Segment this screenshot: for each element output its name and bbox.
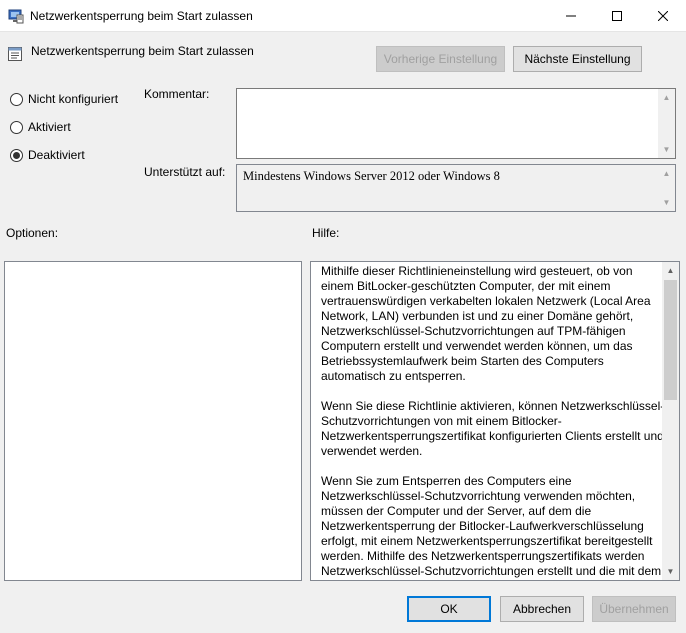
radio-enabled[interactable]: Aktiviert — [10, 120, 71, 134]
radio-label: Nicht konfiguriert — [28, 92, 119, 106]
scroll-thumb[interactable] — [664, 280, 677, 400]
title-bar: Netzwerkentsperrung beim Start zulassen — [0, 0, 686, 32]
comment-textarea[interactable]: ▲ ▼ — [236, 88, 676, 159]
radio-circle[interactable] — [10, 120, 23, 134]
comment-scrollbar[interactable]: ▲ ▼ — [658, 89, 675, 158]
maximize-button[interactable] — [594, 0, 640, 32]
radio-circle[interactable] — [10, 148, 23, 162]
scroll-up-icon[interactable]: ▲ — [658, 165, 675, 182]
apply-button[interactable]: Übernehmen — [592, 596, 676, 622]
radio-not-configured[interactable]: Nicht konfiguriert — [10, 92, 118, 106]
supported-value: Mindestens Windows Server 2012 oder Wind… — [243, 169, 500, 183]
scroll-up-icon[interactable]: ▲ — [658, 89, 675, 106]
help-panel: Mithilfe dieser Richtlinieneinstellung w… — [310, 261, 680, 581]
group-policy-icon — [8, 9, 24, 24]
maximize-icon — [612, 11, 622, 21]
cancel-button[interactable]: Abbrechen — [500, 596, 584, 622]
supported-label: Unterstützt auf: — [144, 165, 226, 179]
minimize-icon — [566, 15, 576, 17]
scroll-down-icon[interactable]: ▼ — [658, 141, 675, 158]
next-setting-button[interactable]: Nächste Einstellung — [513, 46, 642, 72]
minimize-button[interactable] — [548, 0, 594, 32]
window-title: Netzwerkentsperrung beim Start zulassen — [30, 9, 253, 23]
scroll-down-icon[interactable]: ▼ — [658, 194, 675, 211]
help-scrollbar[interactable]: ▲ ▼ — [662, 262, 679, 580]
policy-title: Netzwerkentsperrung beim Start zulassen — [31, 44, 254, 58]
radio-disabled[interactable]: Deaktiviert — [10, 148, 85, 162]
close-icon — [658, 11, 668, 21]
help-label: Hilfe: — [312, 226, 340, 240]
comment-label: Kommentar: — [144, 87, 210, 101]
supported-scrollbar[interactable]: ▲ ▼ — [658, 165, 675, 211]
help-paragraph: Wenn Sie diese Richtlinie aktivieren, kö… — [321, 399, 665, 458]
help-text: Mithilfe dieser Richtlinieneinstellung w… — [321, 264, 667, 580]
scroll-up-icon[interactable]: ▲ — [662, 262, 679, 279]
ok-button[interactable]: OK — [407, 596, 491, 622]
close-button[interactable] — [640, 0, 686, 32]
help-paragraph: Mithilfe dieser Richtlinieneinstellung w… — [321, 264, 651, 383]
options-label: Optionen: — [6, 226, 59, 240]
radio-circle[interactable] — [10, 92, 23, 106]
policy-setting-icon — [8, 47, 22, 61]
scroll-down-icon[interactable]: ▼ — [662, 563, 679, 580]
supported-field: Mindestens Windows Server 2012 oder Wind… — [236, 164, 676, 212]
radio-label: Deaktiviert — [28, 148, 85, 162]
radio-label: Aktiviert — [28, 120, 71, 134]
help-paragraph: Wenn Sie zum Entsperren des Computers ei… — [321, 474, 662, 578]
previous-setting-button[interactable]: Vorherige Einstellung — [376, 46, 505, 72]
options-panel — [4, 261, 302, 581]
